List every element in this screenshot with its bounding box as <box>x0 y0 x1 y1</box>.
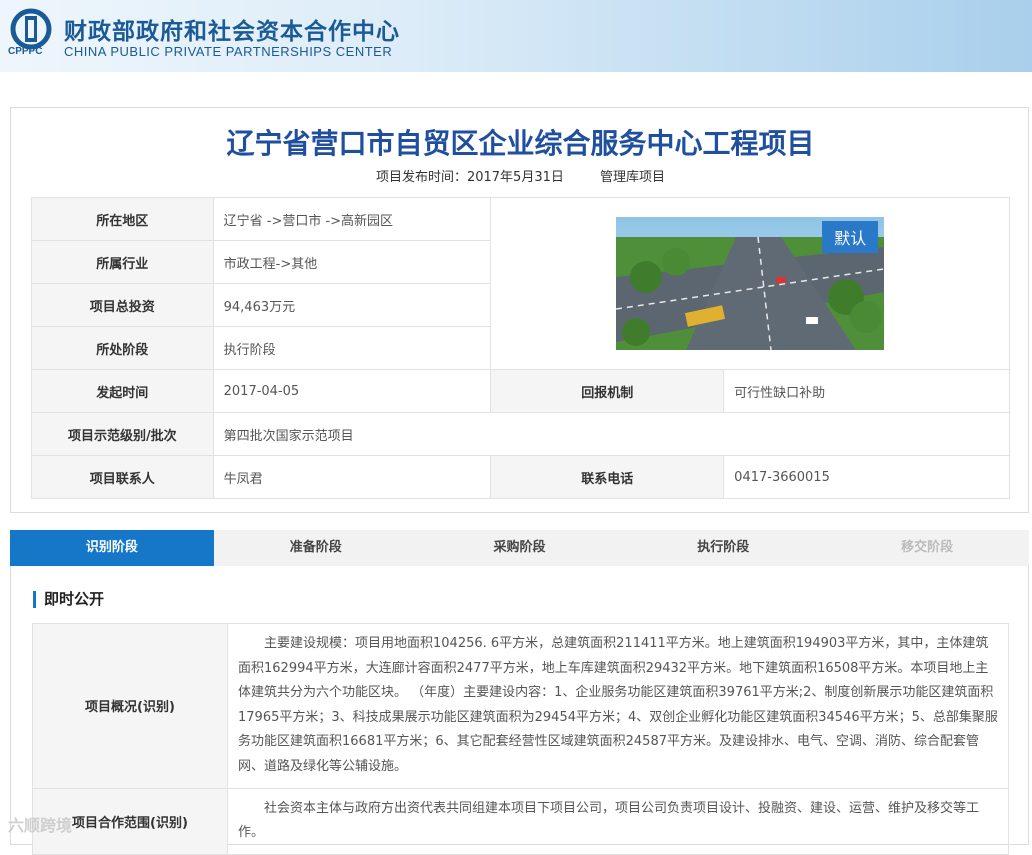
tab-preparation[interactable]: 准备阶段 <box>214 530 418 566</box>
overview-text: 主要建设规模：项目用地面积104256. 6平方米，总建筑面积211411平方米… <box>227 623 1009 789</box>
project-info-table: 所在地区 辽宁省 ->营口市 ->高新园区 默认 所属行业 市政工程->其他 项… <box>31 197 1011 499</box>
section-title: 即时公开 <box>33 591 104 608</box>
contact-value: 牛凤君 <box>212 455 492 499</box>
publish-line: 项目发布时间：2017年5月31日 管理库项目 <box>11 166 1030 185</box>
tab-execution[interactable]: 执行阶段 <box>621 530 825 566</box>
phone-label: 联系电话 <box>490 455 725 499</box>
watermark: 六顺跨境 <box>8 816 73 835</box>
phone-value: 0417-3660015 <box>723 455 1010 499</box>
stage-value: 执行阶段 <box>212 326 492 370</box>
region-value: 辽宁省 ->营口市 ->高新园区 <box>212 197 492 241</box>
library-label: 管理库项目 <box>600 170 666 185</box>
industry-value: 市政工程->其他 <box>212 240 492 284</box>
project-image-cell: 默认 <box>490 197 1010 370</box>
investment-label: 项目总投资 <box>31 283 214 327</box>
site-header: CPPPC 财政部政府和社会资本合作中心 CHINA PUBLIC PRIVAT… <box>0 0 1032 72</box>
stage-panel: 即时公开 项目概况(识别) 主要建设规模：项目用地面积104256. 6平方米，… <box>10 566 1029 855</box>
tab-identification[interactable]: 识别阶段 <box>10 530 214 566</box>
industry-label: 所属行业 <box>31 240 214 284</box>
contact-label: 项目联系人 <box>31 455 214 499</box>
publish-time: 项目发布时间：2017年5月31日 <box>375 170 564 185</box>
tab-procurement[interactable]: 采购阶段 <box>418 530 622 566</box>
cpppc-logo-icon[interactable] <box>10 8 52 50</box>
tab-transfer: 移交阶段 <box>901 540 954 555</box>
overview-label: 项目概况(识别) <box>32 623 228 789</box>
project-info-card: 辽宁省营口市自贸区企业综合服务中心工程项目 项目发布时间：2017年5月31日 … <box>10 107 1029 513</box>
demo-level-label: 项目示范级别/批次 <box>31 412 214 456</box>
site-name-en: CHINA PUBLIC PRIVATE PARTNERSHIPS CENTER <box>64 44 393 59</box>
project-title: 辽宁省营口市自贸区企业综合服务中心工程项目 <box>226 127 815 160</box>
stage-detail-table: 项目概况(识别) 主要建设规模：项目用地面积104256. 6平方米，总建筑面积… <box>32 623 1009 855</box>
return-mechanism-label: 回报机制 <box>490 369 725 413</box>
scope-text: 社会资本主体与政府方出资代表共同组建本项目下项目公司，项目公司负责项目设计、投融… <box>227 787 1009 855</box>
start-time-label: 发起时间 <box>31 369 214 413</box>
start-time-value: 2017-04-05 <box>212 369 492 413</box>
investment-value: 94,463万元 <box>212 283 492 327</box>
region-label: 所在地区 <box>31 197 214 241</box>
demo-level-value: 第四批次国家示范项目 <box>212 412 1011 456</box>
stage-label: 所处阶段 <box>31 326 214 370</box>
site-name-cn[interactable]: 财政部政府和社会资本合作中心 <box>64 12 400 46</box>
return-mechanism-value: 可行性缺口补助 <box>723 369 1010 413</box>
stage-tabs: 识别阶段 准备阶段 采购阶段 执行阶段 移交阶段 <box>10 530 1029 566</box>
logo-abbreviation: CPPPC <box>8 46 43 57</box>
project-photo[interactable]: 默认 <box>616 217 885 350</box>
default-badge: 默认 <box>822 221 879 253</box>
